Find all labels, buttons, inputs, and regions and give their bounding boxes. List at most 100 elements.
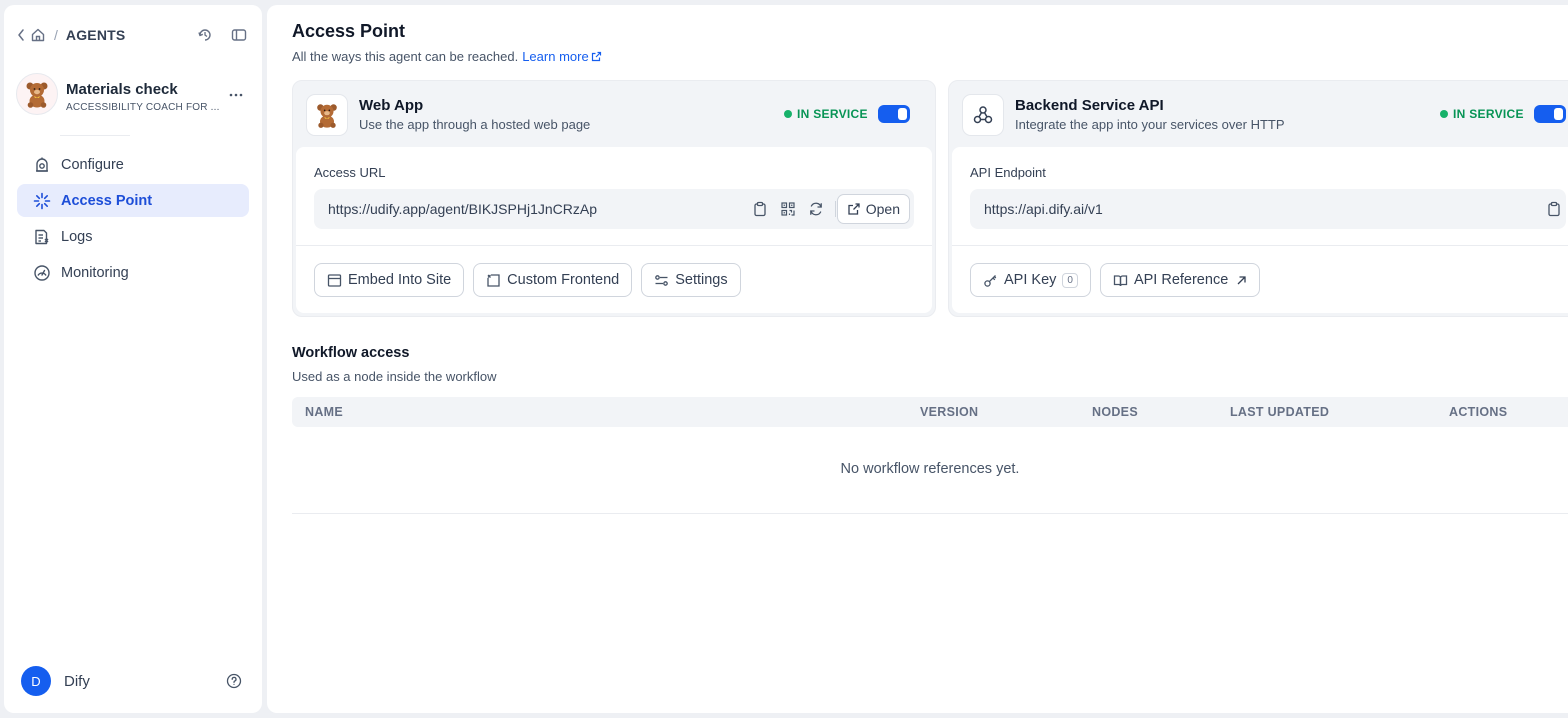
- main-content: Access Point All the ways this agent can…: [267, 5, 1568, 713]
- nav-item-access-point[interactable]: Access Point: [17, 184, 249, 217]
- api-endpoint-value[interactable]: https://api.dify.ai/v1: [984, 201, 1103, 217]
- embed-label: Embed Into Site: [348, 272, 452, 288]
- external-link-icon: [591, 51, 601, 62]
- window-icon: [327, 273, 342, 287]
- learn-more-label: Learn more: [522, 49, 589, 64]
- sidebar-toggle-icon[interactable]: [230, 26, 248, 44]
- backend-api-header: Backend Service API Integrate the app in…: [949, 81, 1568, 147]
- user-menu[interactable]: D Dify: [21, 666, 242, 696]
- access-point-icon: [33, 192, 51, 210]
- external-link-icon: [848, 203, 860, 215]
- user-name: Dify: [64, 672, 90, 690]
- sidebar: / AGENTS Materials check ACCESSIBILITY C…: [4, 5, 262, 713]
- backend-api-subtitle: Integrate the app into your services ove…: [1015, 117, 1285, 132]
- frontend-icon: [487, 273, 500, 287]
- web-app-subtitle: Use the app through a hosted web page: [359, 117, 591, 132]
- qr-code-icon[interactable]: [780, 201, 796, 217]
- page-description: All the ways this agent can be reached. …: [292, 49, 602, 64]
- sliders-icon: [655, 274, 669, 286]
- learn-more-link[interactable]: Learn more: [522, 49, 601, 64]
- breadcrumb: / AGENTS: [16, 23, 248, 47]
- toggle-knob: [1554, 108, 1563, 120]
- teddy-bear-icon: [26, 82, 48, 108]
- copy-icon[interactable]: [752, 201, 768, 217]
- chevron-left-icon[interactable]: [16, 28, 26, 42]
- refresh-icon[interactable]: [808, 201, 824, 217]
- custom-frontend-button[interactable]: Custom Frontend: [473, 263, 633, 297]
- breadcrumb-separator: /: [54, 27, 58, 43]
- separator: [835, 201, 836, 217]
- breadcrumb-agents[interactable]: AGENTS: [66, 27, 126, 43]
- backend-api-body: API Endpoint https://api.dify.ai/v1 API …: [952, 147, 1568, 313]
- arrow-up-right-icon: [1237, 275, 1246, 284]
- backend-api-actions: API Key 0 API Reference: [970, 263, 1261, 297]
- api-key-count: 0: [1062, 272, 1078, 288]
- divider: [60, 135, 130, 136]
- help-icon[interactable]: [226, 673, 242, 689]
- column-actions: ACTIONS: [1449, 405, 1508, 419]
- page-description-text: All the ways this agent can be reached.: [292, 49, 519, 64]
- workflow-empty-state: No workflow references yet.: [292, 427, 1568, 514]
- settings-button[interactable]: Settings: [641, 263, 741, 297]
- sidebar-nav: Configure Access Point Logs Monitoring: [17, 148, 249, 292]
- status-text: IN SERVICE: [1453, 107, 1524, 121]
- backend-api-toggle[interactable]: [1534, 105, 1566, 123]
- column-name[interactable]: NAME: [305, 405, 343, 419]
- column-version[interactable]: VERSION: [920, 405, 978, 419]
- web-app-toggle[interactable]: [878, 105, 910, 123]
- access-url-label: Access URL: [314, 165, 386, 180]
- backend-api-card: Backend Service API Integrate the app in…: [948, 80, 1568, 317]
- access-url-value[interactable]: https://udify.app/agent/BIKJSPHj1JnCRzAp: [328, 201, 597, 217]
- backend-api-title: Backend Service API: [1015, 97, 1164, 114]
- api-key-button[interactable]: API Key 0: [970, 263, 1091, 297]
- app-avatar: [16, 73, 58, 115]
- api-key-label: API Key: [1004, 272, 1057, 288]
- status-text: IN SERVICE: [797, 107, 868, 121]
- backend-api-avatar: [962, 94, 1004, 136]
- avatar[interactable]: D: [21, 666, 51, 696]
- status-badge: IN SERVICE: [1440, 107, 1524, 121]
- access-url-field: https://udify.app/agent/BIKJSPHj1JnCRzAp…: [314, 189, 914, 229]
- divider: [296, 245, 932, 246]
- empty-message: No workflow references yet.: [840, 461, 1020, 477]
- app-name: Materials check: [66, 81, 178, 98]
- webhook-icon: [973, 106, 993, 124]
- workflow-table-header: NAME VERSION NODES LAST UPDATED ACTIONS: [292, 397, 1568, 427]
- home-icon[interactable]: [30, 27, 46, 43]
- column-nodes[interactable]: NODES: [1092, 405, 1138, 419]
- app-subtitle: ACCESSIBILITY COACH FOR ...: [66, 102, 220, 113]
- web-app-title: Web App: [359, 97, 424, 114]
- nav-label: Configure: [61, 156, 124, 173]
- nav-item-logs[interactable]: Logs: [17, 220, 249, 253]
- page-title: Access Point: [292, 21, 406, 41]
- api-reference-button[interactable]: API Reference: [1099, 263, 1261, 297]
- column-last-updated[interactable]: LAST UPDATED: [1230, 405, 1329, 419]
- web-app-actions: Embed Into Site Custom Frontend Settings: [314, 263, 741, 297]
- web-app-avatar: [306, 94, 348, 136]
- api-endpoint-label: API Endpoint: [970, 165, 1046, 180]
- open-label: Open: [865, 201, 900, 217]
- status-dot: [1440, 110, 1448, 118]
- configure-icon: [33, 156, 51, 174]
- nav-item-monitoring[interactable]: Monitoring: [17, 256, 249, 289]
- workflow-section-title: Workflow access: [292, 345, 410, 361]
- web-app-card: Web App Use the app through a hosted web…: [292, 80, 936, 317]
- book-icon: [1113, 274, 1128, 286]
- open-button[interactable]: Open: [836, 194, 910, 224]
- copy-icon[interactable]: [1546, 201, 1562, 217]
- history-icon[interactable]: [196, 26, 214, 44]
- app-header[interactable]: Materials check ACCESSIBILITY COACH FOR …: [16, 73, 250, 123]
- key-icon: [984, 274, 997, 287]
- workflow-section-description: Used as a node inside the workflow: [292, 369, 497, 384]
- api-reference-label: API Reference: [1133, 272, 1229, 288]
- nav-label: Logs: [61, 228, 93, 245]
- web-app-body: Access URL https://udify.app/agent/BIKJS…: [296, 147, 932, 313]
- gauge-icon: [33, 264, 51, 282]
- nav-label: Monitoring: [61, 264, 129, 281]
- embed-into-site-button[interactable]: Embed Into Site: [314, 263, 465, 297]
- status-dot: [784, 110, 792, 118]
- logs-icon: [33, 228, 51, 246]
- nav-item-configure[interactable]: Configure: [17, 148, 249, 181]
- more-options-icon[interactable]: [226, 85, 246, 105]
- divider: [952, 245, 1568, 246]
